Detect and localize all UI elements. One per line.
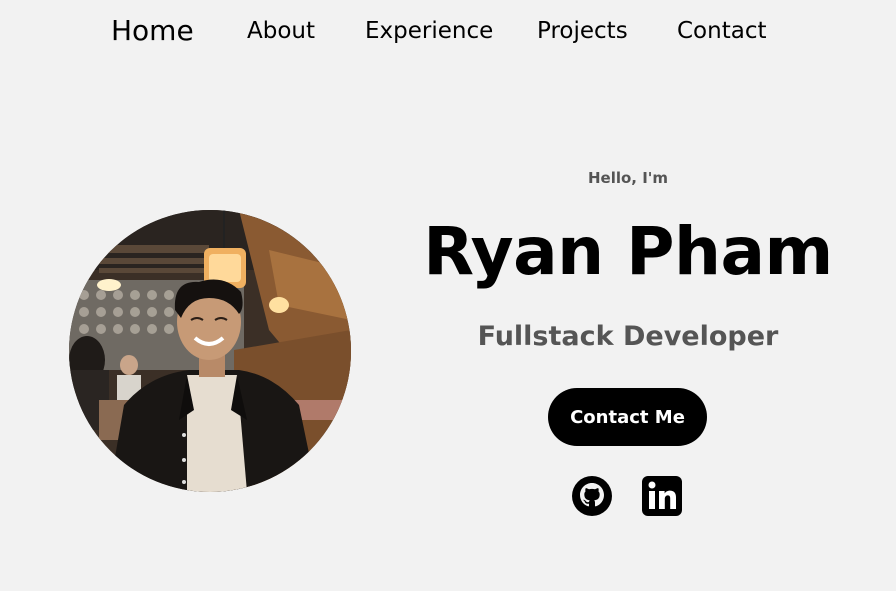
linkedin-icon[interactable]	[640, 474, 684, 518]
nav-experience-link[interactable]: Experience	[365, 17, 493, 45]
hero-name: Ryan Pham	[423, 213, 833, 290]
greeting-text: Hello, I'm	[587, 169, 669, 187]
profile-photo-image	[69, 210, 351, 492]
hero-role: Fullstack Developer	[477, 321, 779, 352]
github-icon[interactable]	[570, 474, 614, 518]
profile-photo	[69, 210, 351, 492]
contact-me-button[interactable]: Contact Me	[548, 388, 707, 446]
portfolio-page: Home About Experience Projects Contact H…	[0, 0, 896, 591]
top-nav: Home About Experience Projects Contact	[0, 0, 896, 64]
social-links	[570, 474, 686, 518]
nav-home-link[interactable]: Home	[111, 14, 194, 48]
nav-about-link[interactable]: About	[247, 17, 315, 45]
nav-contact-link[interactable]: Contact	[677, 17, 766, 45]
nav-projects-link[interactable]: Projects	[537, 17, 628, 45]
